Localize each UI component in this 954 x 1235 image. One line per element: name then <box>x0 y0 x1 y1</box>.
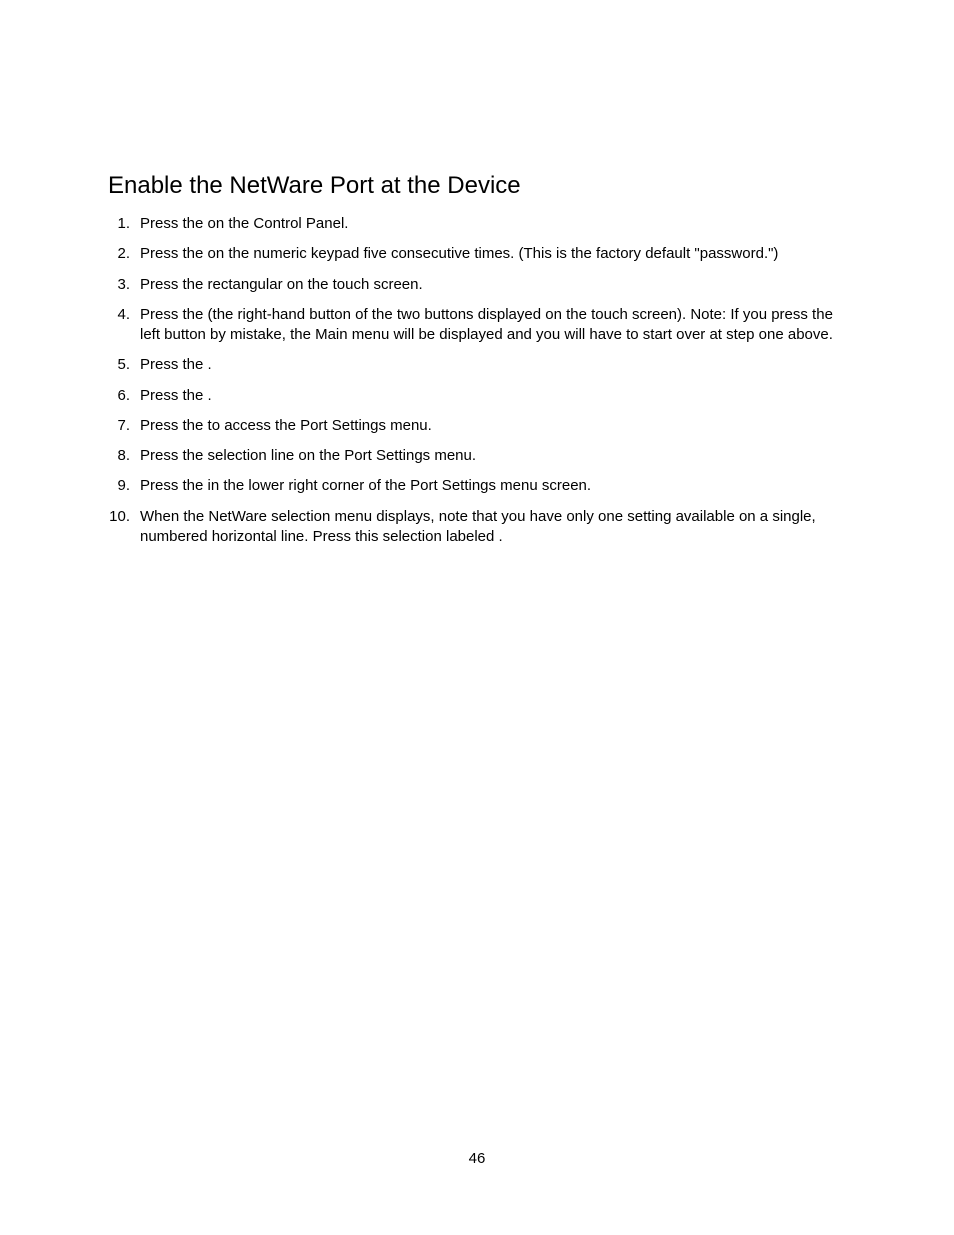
list-item: 2. Press the on the numeric keypad five … <box>108 244 854 264</box>
page-number: 46 <box>0 1150 954 1167</box>
list-text: Press the selection line on the Port Set… <box>140 446 854 466</box>
list-number: 2. <box>108 244 140 264</box>
list-item: 7. Press the to access the Port Settings… <box>108 416 854 436</box>
list-number: 8. <box>108 446 140 466</box>
list-number: 3. <box>108 275 140 295</box>
list-text: Press the . <box>140 386 854 406</box>
list-item: 1. Press the on the Control Panel. <box>108 214 854 234</box>
list-text: When the NetWare selection menu displays… <box>140 507 854 548</box>
list-item: 4. Press the (the right-hand button of t… <box>108 305 854 346</box>
page-title: Enable the NetWare Port at the Device <box>108 172 854 200</box>
list-text: Press the to access the Port Settings me… <box>140 416 854 436</box>
list-text: Press the rectangular on the touch scree… <box>140 275 854 295</box>
list-text: Press the in the lower right corner of t… <box>140 476 854 496</box>
instruction-list: 1. Press the on the Control Panel. 2. Pr… <box>108 214 854 547</box>
list-item: 3. Press the rectangular on the touch sc… <box>108 275 854 295</box>
list-number: 5. <box>108 355 140 375</box>
list-number: 7. <box>108 416 140 436</box>
list-text: Press the . <box>140 355 854 375</box>
list-item: 8. Press the selection line on the Port … <box>108 446 854 466</box>
list-item: 9. Press the in the lower right corner o… <box>108 476 854 496</box>
list-number: 10. <box>108 507 140 548</box>
list-text: Press the on the numeric keypad five con… <box>140 244 854 264</box>
list-number: 6. <box>108 386 140 406</box>
list-text: Press the on the Control Panel. <box>140 214 854 234</box>
list-item: 10. When the NetWare selection menu disp… <box>108 507 854 548</box>
list-number: 9. <box>108 476 140 496</box>
list-text: Press the (the right-hand button of the … <box>140 305 854 346</box>
list-number: 1. <box>108 214 140 234</box>
list-number: 4. <box>108 305 140 346</box>
list-item: 5. Press the . <box>108 355 854 375</box>
list-item: 6. Press the . <box>108 386 854 406</box>
